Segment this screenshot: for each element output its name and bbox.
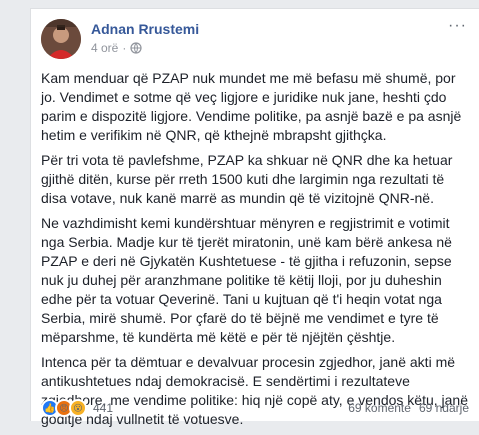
post-body: Kam menduar që PZAP nuk mundet me më bef… [41,69,473,435]
post-stats: 69 komente 69 ndarje [348,401,469,415]
author-name[interactable]: Adnan Rrustemi [91,21,199,37]
post-header: Adnan Rrustemi 4 orë · ··· [41,18,471,61]
post-time[interactable]: 4 orë [91,41,118,55]
post-paragraph: Ne vazhdimisht kemi kundërshtuar mënyren… [41,215,452,345]
globe-icon [130,42,142,54]
post-footer: 👍 😠 😮 441 69 komente 69 ndarje [41,399,469,419]
post-card: Adnan Rrustemi 4 orë · ··· Kam menduar q… [30,8,479,427]
avatar-image [41,19,81,59]
post-paragraph: Për tri vota të pavlefshme, PZAP ka shku… [41,152,453,206]
reaction-count: 441 [93,401,114,415]
reactions-summary[interactable]: 👍 😠 😮 441 [41,399,113,417]
avatar[interactable] [41,19,81,59]
comments-count[interactable]: 69 komente [348,401,411,415]
post-paragraph: Kam menduar që PZAP nuk mundet me më bef… [41,70,462,143]
wow-icon: 😮 [69,399,87,417]
post-meta: 4 orë · [91,41,142,55]
shares-count[interactable]: 69 ndarje [419,401,469,415]
more-icon[interactable]: ··· [448,18,467,34]
